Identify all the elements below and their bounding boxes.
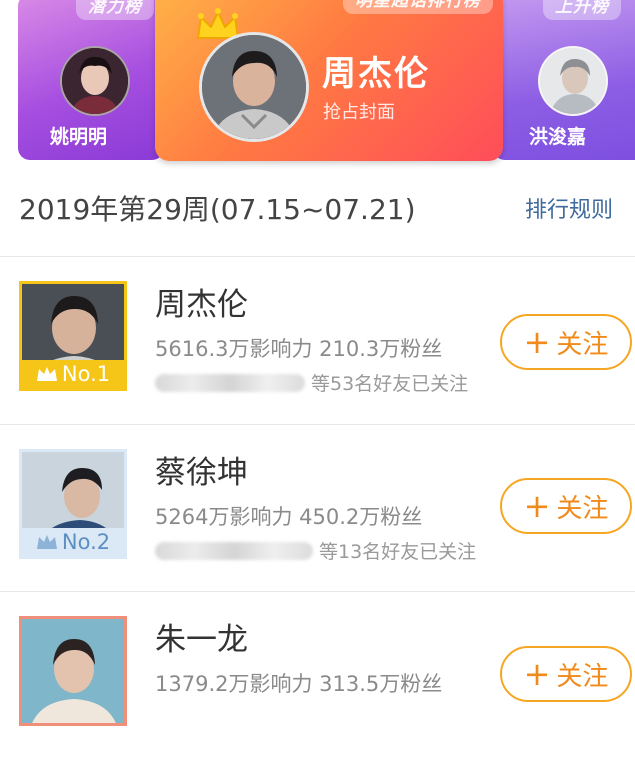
super-topic-ranking-card[interactable]: 明星超话排行榜 周杰伦 抢占封面 xyxy=(155,0,503,161)
rank-badge: No.2 xyxy=(22,528,124,556)
follow-label: 关注 xyxy=(556,329,609,360)
friends-count-text: 等13名好友已关注 xyxy=(319,541,477,563)
blurred-friend-name xyxy=(155,541,313,560)
plus-icon: + xyxy=(523,655,551,693)
rank-label: No.2 xyxy=(61,530,111,554)
follow-button[interactable]: + 关注 xyxy=(500,478,632,534)
follow-label: 关注 xyxy=(556,661,609,692)
super-topic-ranking-tag: 明星超话排行榜 xyxy=(343,0,493,14)
rising-star-avatar xyxy=(538,46,608,116)
followed-by-friends: 等13名好友已关注 xyxy=(155,537,476,564)
influence-fans-stats: 1379.2万影响力 313.5万粉丝 xyxy=(155,672,443,696)
leaderboard-banner: 潜力榜 姚明明 上升榜 洪浚嘉 明星超话排行榜 周杰伦 抢占封面 xyxy=(0,0,635,168)
rising-star-name: 洪浚嘉 xyxy=(529,126,587,148)
star-photo: No.2 xyxy=(19,449,127,559)
ranking-row[interactable]: No.2 蔡徐坤 5264万影响力 450.2万粉丝 等13名好友已关注 + 关… xyxy=(0,425,635,591)
rising-list-card[interactable]: 上升榜 洪浚嘉 xyxy=(493,0,635,160)
ranking-row[interactable]: 朱一龙 1379.2万影响力 313.5万粉丝 + 关注 xyxy=(0,592,635,758)
potential-list-card[interactable]: 潜力榜 姚明明 xyxy=(18,0,164,160)
star-photo: No.1 xyxy=(19,281,127,391)
grab-cover-label: 抢占封面 xyxy=(323,102,395,123)
crown-icon xyxy=(36,367,57,381)
plus-icon: + xyxy=(523,487,551,525)
star-name[interactable]: 朱一龙 xyxy=(155,614,248,659)
blurred-friend-name xyxy=(155,373,305,392)
potential-list-tag: 潜力榜 xyxy=(76,0,154,20)
star-name[interactable]: 周杰伦 xyxy=(155,279,248,324)
followed-by-friends: 等53名好友已关注 xyxy=(155,369,468,396)
ranking-rules-link[interactable]: 排行规则 xyxy=(525,192,613,224)
star-photo xyxy=(19,616,127,726)
crown-icon xyxy=(36,535,57,549)
follow-label: 关注 xyxy=(556,493,609,524)
cover-star-name: 周杰伦 xyxy=(322,54,430,94)
influence-fans-stats: 5616.3万影响力 210.3万粉丝 xyxy=(155,337,443,361)
rising-list-tag: 上升榜 xyxy=(543,0,621,20)
week-period-title: 2019年第29周(07.15~07.21) xyxy=(19,193,416,226)
rank-label: No.1 xyxy=(61,362,111,386)
influence-fans-stats: 5264万影响力 450.2万粉丝 xyxy=(155,505,423,529)
star-name[interactable]: 蔡徐坤 xyxy=(155,447,248,492)
follow-button[interactable]: + 关注 xyxy=(500,314,632,370)
potential-star-avatar xyxy=(60,46,130,116)
friends-count-text: 等53名好友已关注 xyxy=(311,373,469,395)
cover-star-avatar xyxy=(199,32,309,142)
rank-badge: No.1 xyxy=(22,360,124,388)
follow-button[interactable]: + 关注 xyxy=(500,646,632,702)
plus-icon: + xyxy=(523,323,551,361)
week-header: 2019年第29周(07.15~07.21) 排行规则 xyxy=(0,180,635,238)
ranking-row[interactable]: No.1 周杰伦 5616.3万影响力 210.3万粉丝 等53名好友已关注 +… xyxy=(0,257,635,423)
potential-star-name: 姚明明 xyxy=(50,126,108,148)
